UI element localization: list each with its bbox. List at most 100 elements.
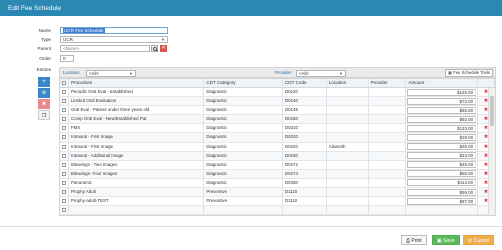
row-checkbox[interactable] bbox=[60, 115, 69, 124]
parent-search-button[interactable] bbox=[151, 45, 158, 52]
table-row[interactable] bbox=[60, 206, 495, 215]
amount-input[interactable]: $73.00 bbox=[407, 97, 477, 105]
cell-amount: $125.00 bbox=[406, 88, 479, 97]
cancel-icon: ⊘ bbox=[468, 238, 473, 244]
table-row[interactable]: FMX Diagnostic D0210 $133.00 ✖ bbox=[60, 124, 495, 134]
parent-label: Parent bbox=[37, 46, 51, 51]
header-location[interactable]: Location bbox=[327, 79, 369, 87]
amount-input[interactable]: $133.00 bbox=[407, 124, 477, 132]
edit-entry-button[interactable]: ⚙ bbox=[38, 88, 50, 98]
header-procedure[interactable]: Procedure bbox=[69, 79, 205, 87]
add-entry-button[interactable]: + bbox=[38, 77, 50, 87]
cell-location bbox=[327, 124, 369, 133]
cell-provider bbox=[369, 133, 407, 142]
cell-cdt-code: D1110 bbox=[283, 197, 327, 206]
amount-input[interactable]: $125.00 bbox=[407, 88, 477, 96]
table-row[interactable]: Prophy Adult Preventive D1110 $99.00 ✖ bbox=[60, 188, 495, 198]
table-row[interactable]: Limited Oral Evaluation Diagnostic D0140 $7… bbox=[60, 97, 495, 107]
save-icon: ▣ bbox=[437, 238, 442, 244]
amount-input[interactable]: $29.00 bbox=[407, 133, 477, 141]
table-row[interactable]: Intraoral - First Image Diagnostic D0220 Al… bbox=[60, 142, 495, 152]
row-checkbox[interactable] bbox=[60, 206, 69, 215]
table-row[interactable]: Prophy-adult-TEST Preventive D1110 $87.00 ✖ bbox=[60, 197, 495, 207]
cell-location bbox=[327, 160, 369, 169]
table-row[interactable]: Panoramic Diagnostic D0330 $113.00 ✖ bbox=[60, 178, 495, 189]
entries-label: Entries bbox=[36, 67, 51, 72]
cell-amount: $87.00 bbox=[406, 197, 479, 206]
table-row[interactable]: Intraoral - First Image Diagnostic D0220 $2… bbox=[60, 133, 495, 143]
row-checkbox[interactable] bbox=[60, 169, 69, 178]
filter-toolbar: Location <All> ▼ Provider <All> ▼ ▦ Fee … bbox=[59, 67, 496, 78]
table-row[interactable]: Comp Oral Eval - New/Established Pat Diag… bbox=[60, 115, 495, 125]
window-title: Edit Fee Schedule bbox=[0, 0, 502, 16]
name-input[interactable]: UCR Fee Schedule bbox=[60, 27, 168, 34]
row-checkbox[interactable] bbox=[60, 133, 69, 142]
row-checkbox[interactable] bbox=[60, 197, 69, 206]
scrollbar-thumb[interactable] bbox=[490, 96, 494, 126]
cell-procedure: Bitewings- Four Images bbox=[69, 169, 205, 178]
cell-procedure: Intraoral - Additional Image bbox=[69, 151, 205, 160]
location-label: Location bbox=[63, 70, 80, 75]
fee-schedule-tools-button[interactable]: ▦ Fee Schedule Tools bbox=[445, 69, 493, 77]
cell-amount: $65.00 bbox=[406, 169, 479, 178]
cell-amount: $92.00 bbox=[406, 115, 479, 124]
amount-input[interactable]: $99.00 bbox=[407, 188, 477, 196]
grid-scrollbar[interactable] bbox=[488, 88, 495, 215]
parent-clear-button[interactable]: ✕ bbox=[160, 45, 167, 52]
parent-input[interactable]: <None> bbox=[60, 45, 150, 52]
amount-input[interactable]: $92.00 bbox=[407, 115, 477, 123]
row-checkbox[interactable] bbox=[60, 124, 69, 133]
amount-input[interactable]: $55.00 bbox=[407, 106, 477, 114]
header-actions bbox=[478, 79, 495, 87]
cell-location bbox=[327, 115, 369, 124]
entry-actions: + ⚙ ✖ ❐ bbox=[38, 77, 51, 121]
header-provider[interactable]: Provider bbox=[369, 79, 407, 87]
type-label: Type bbox=[41, 37, 51, 42]
cell-cdt-code: D0274 bbox=[283, 169, 327, 178]
order-label: Order bbox=[39, 56, 51, 61]
select-all-checkbox[interactable] bbox=[60, 79, 69, 87]
copy-icon: ❐ bbox=[41, 113, 47, 119]
table-row[interactable]: Oral Eval - Patient under three years ol… bbox=[60, 106, 495, 116]
amount-input[interactable]: $113.00 bbox=[407, 179, 477, 187]
print-button[interactable]: ⎙ Print bbox=[401, 235, 427, 245]
amount-input[interactable]: $65.00 bbox=[407, 170, 477, 178]
row-checkbox[interactable] bbox=[60, 188, 69, 197]
table-row[interactable]: Periodic Oral Eval - Established Diagnost… bbox=[60, 88, 495, 98]
amount-input[interactable]: $45.00 bbox=[407, 161, 477, 169]
table-row[interactable]: Intraoral - Additional Image Diagnostic D0… bbox=[60, 151, 495, 161]
row-checkbox[interactable] bbox=[60, 97, 69, 106]
cell-provider bbox=[369, 115, 407, 124]
copy-entry-button[interactable]: ❐ bbox=[38, 110, 50, 120]
cell-cdt-category: Diagnostic bbox=[204, 97, 283, 106]
row-checkbox[interactable] bbox=[60, 142, 69, 151]
cell-location bbox=[327, 97, 369, 106]
header-cdt-code[interactable]: CDT Code bbox=[283, 79, 327, 87]
row-checkbox[interactable] bbox=[60, 178, 69, 188]
location-select[interactable]: <All> ▼ bbox=[86, 70, 136, 77]
cell-cdt-code: D1110 bbox=[283, 188, 327, 197]
cell-location bbox=[327, 178, 369, 188]
save-button[interactable]: ▣ Save bbox=[432, 235, 460, 245]
row-checkbox[interactable] bbox=[60, 151, 69, 160]
chevron-down-icon: ▼ bbox=[129, 71, 133, 76]
order-input[interactable]: 0 bbox=[60, 55, 74, 62]
type-select[interactable]: UCR ▼ bbox=[60, 36, 168, 43]
row-checkbox[interactable] bbox=[60, 88, 69, 97]
header-amount[interactable]: Amount bbox=[406, 79, 479, 87]
amount-input[interactable]: $28.00 bbox=[407, 143, 477, 151]
table-row[interactable]: Bitewings - Two Images Diagnostic D0272 $45… bbox=[60, 160, 495, 170]
table-row[interactable]: Bitewings- Four Images Diagnostic D0274 $65… bbox=[60, 169, 495, 179]
printer-icon: ⎙ bbox=[406, 238, 411, 244]
delete-entry-button[interactable]: ✖ bbox=[38, 99, 50, 109]
location-value: <All> bbox=[89, 71, 100, 76]
row-checkbox[interactable] bbox=[60, 106, 69, 115]
amount-input[interactable]: $23.00 bbox=[407, 152, 477, 160]
row-checkbox[interactable] bbox=[60, 160, 69, 169]
header-cdt-category[interactable]: CDT Category bbox=[204, 79, 283, 87]
order-value: 0 bbox=[63, 56, 66, 61]
grid-header: Procedure CDT Category CDT Code Location… bbox=[60, 79, 495, 88]
amount-input[interactable]: $87.00 bbox=[407, 197, 477, 205]
provider-select[interactable]: <All> ▼ bbox=[296, 70, 346, 77]
cancel-button[interactable]: ⊘ Cancel bbox=[463, 235, 495, 245]
